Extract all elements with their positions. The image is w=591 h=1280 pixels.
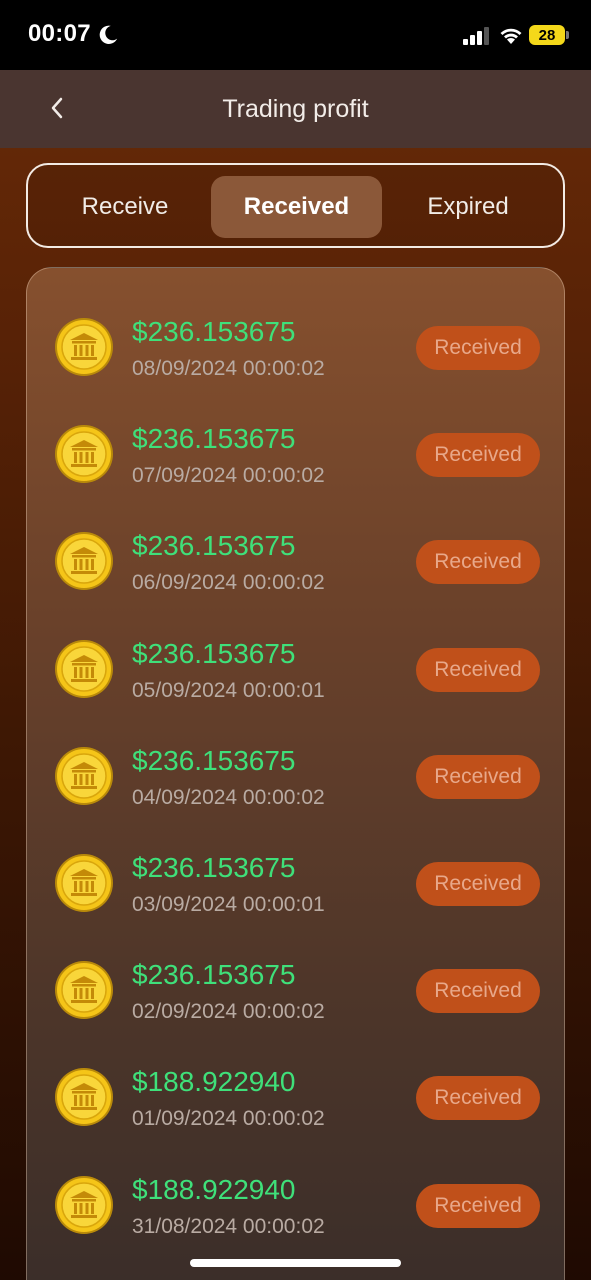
list-item: $236.153675 02/09/2024 00:00:02 Received: [27, 911, 566, 1023]
profit-amount: $236.153675: [132, 744, 296, 776]
received-status-button[interactable]: Received: [416, 969, 540, 1014]
received-status-button[interactable]: Received: [416, 1183, 540, 1228]
coin-icon: [54, 746, 114, 806]
profit-amount: $236.153675: [132, 637, 296, 669]
battery-level: 28: [538, 26, 556, 44]
tab-expired[interactable]: Expired: [383, 176, 553, 238]
received-status-button[interactable]: Received: [416, 433, 540, 478]
profit-amount: $236.153675: [132, 852, 296, 883]
home-indicator: [190, 1259, 401, 1267]
page-title: Trading profit: [222, 95, 369, 123]
profit-amount: $188.922940: [132, 1173, 296, 1205]
signal-icon: [463, 27, 489, 45]
list-item: $236.153675 08/09/2024 00:00:02 Received: [27, 268, 566, 380]
status-bar: 00:07 28: [0, 0, 591, 70]
coin-icon: [54, 424, 114, 484]
profit-amount: $236.153675: [132, 423, 296, 455]
coin-icon: [54, 639, 114, 699]
list-item: $236.153675 06/09/2024 00:00:02 Received: [27, 482, 566, 594]
list-item: $236.153675 05/09/2024 00:00:01 Received: [27, 590, 566, 702]
profit-list: $236.153675 08/09/2024 00:00:02 Received $2…: [26, 267, 565, 1280]
battery-tip: [566, 31, 569, 39]
received-status-button[interactable]: Received: [416, 862, 540, 906]
profit-date: 31/08/2024 00:00:02: [132, 1214, 325, 1238]
wifi-icon: [500, 28, 522, 44]
list-item: $188.922940 31/08/2024 00:00:02 Received: [27, 1126, 566, 1238]
tab-receive[interactable]: Receive: [40, 176, 210, 238]
list-item: $236.153675 04/09/2024 00:00:02 Received: [27, 697, 566, 809]
tab-received[interactable]: Received: [211, 176, 382, 238]
profit-amount: $236.153675: [132, 530, 296, 562]
profit-amount: $188.922940: [132, 1066, 296, 1098]
list-item: $188.922940 01/09/2024 00:00:02 Received: [27, 1018, 566, 1130]
coin-icon: [54, 1175, 114, 1235]
list-item: $236.153675 03/09/2024 00:00:01 Received: [27, 804, 566, 916]
coin-icon: [54, 853, 114, 913]
back-chevron-icon[interactable]: [42, 92, 74, 124]
received-status-button[interactable]: Received: [416, 754, 540, 799]
received-status-button[interactable]: Received: [416, 540, 540, 585]
coin-icon: [54, 531, 114, 591]
status-time: 00:07: [28, 20, 91, 47]
coin-icon: [54, 960, 114, 1020]
received-status-button[interactable]: Received: [416, 326, 540, 370]
profit-amount: $236.153675: [132, 316, 296, 347]
nav-bar: Trading profit: [0, 70, 591, 148]
tab-bar: Receive Received Expired: [26, 163, 565, 248]
list-item: $236.153675 07/09/2024 00:00:02 Received: [27, 375, 566, 487]
profit-amount: $236.153675: [132, 959, 296, 991]
coin-icon: [54, 317, 114, 377]
received-status-button[interactable]: Received: [416, 1076, 540, 1121]
coin-icon: [54, 1067, 114, 1127]
battery-icon: 28: [529, 25, 565, 45]
received-status-button[interactable]: Received: [416, 647, 540, 692]
moon-icon: [99, 25, 118, 44]
